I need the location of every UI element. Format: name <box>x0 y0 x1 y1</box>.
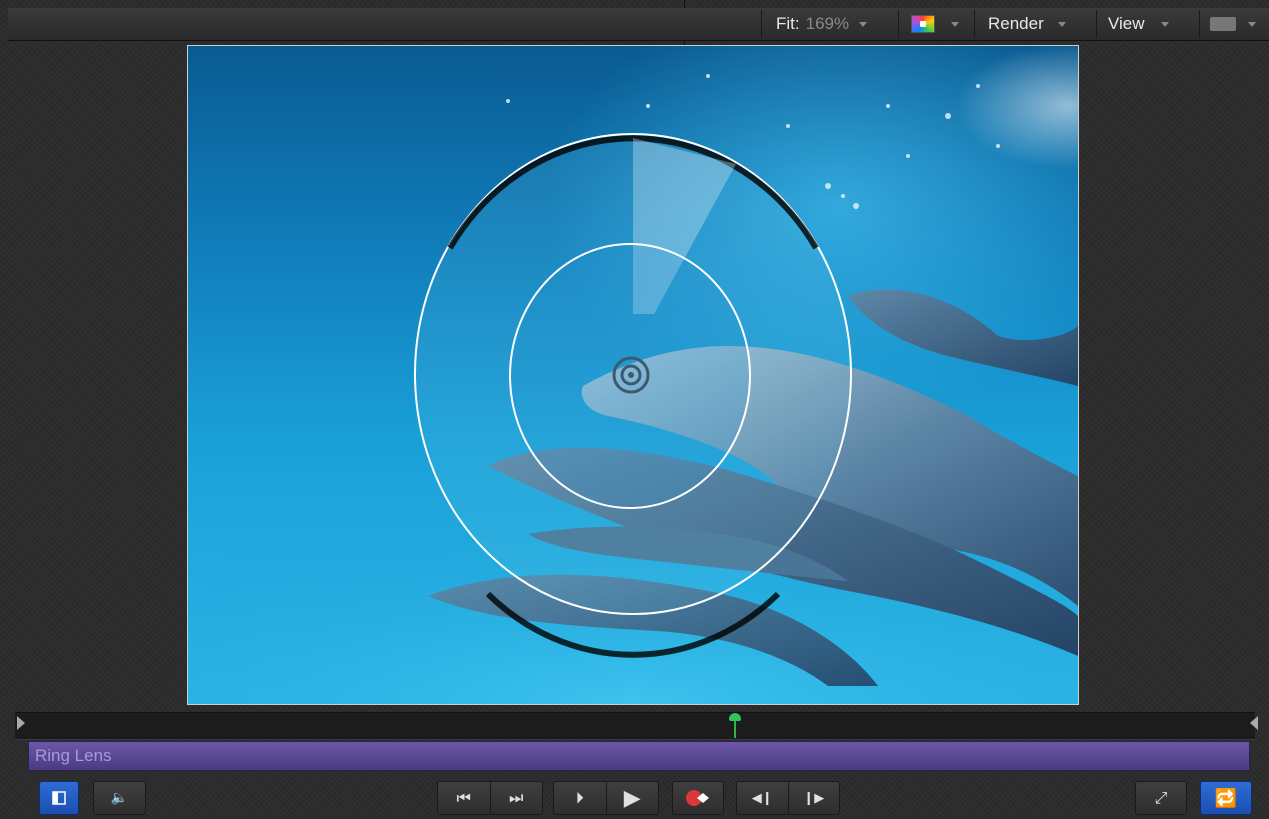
clip-bar[interactable]: Ring Lens <box>28 741 1250 771</box>
fit-label: Fit: <box>776 14 800 33</box>
panel-toggle-icon <box>52 791 66 805</box>
mute-audio-button[interactable]: 🔈 <box>93 781 146 815</box>
channels-menu[interactable] <box>911 8 959 40</box>
chevron-down-icon <box>1248 21 1256 27</box>
toolbar-separator <box>761 10 762 38</box>
fit-zoom-menu[interactable]: Fit: 169% <box>776 8 868 40</box>
record-icon <box>686 790 709 806</box>
play-button[interactable]: ▶ <box>605 782 659 814</box>
out-point-marker-icon[interactable] <box>1250 716 1258 730</box>
clip-label: Ring Lens <box>35 746 112 765</box>
mini-timeline-ruler[interactable] <box>15 712 1255 740</box>
previous-frame-icon: ◀❙ <box>751 790 773 806</box>
fullscreen-icon: ⤢ <box>1154 788 1168 807</box>
playhead-handle-icon[interactable] <box>729 713 741 721</box>
toolbar-separator <box>1199 10 1200 38</box>
fullscreen-button[interactable]: ⤢ <box>1135 781 1187 815</box>
dolphin-shape <box>848 289 1078 386</box>
loop-icon: 🔁 <box>1214 787 1238 809</box>
chevron-down-icon <box>859 21 868 27</box>
toolbar-separator <box>974 10 975 38</box>
chevron-down-icon <box>951 21 959 27</box>
toolbar-separator <box>898 10 899 38</box>
toolbar-separator <box>1096 10 1097 38</box>
go-to-start-end-group: ⏮ ⏭ <box>437 781 543 815</box>
play-from-start-icon: ⏵ <box>575 788 584 807</box>
viewer-toolbar: Fit: 169% Render View <box>8 8 1269 41</box>
render-label: Render <box>988 14 1044 33</box>
loop-playback-button[interactable]: 🔁 <box>1200 781 1252 815</box>
go-to-end-button[interactable]: ⏭ <box>489 782 543 814</box>
next-frame-button[interactable]: ❙▶ <box>787 782 840 814</box>
play-group: ⏵ ▶ <box>553 781 659 815</box>
play-icon: ▶ <box>623 785 641 811</box>
view-layout-menu[interactable] <box>1210 8 1256 40</box>
chevron-down-icon <box>1057 21 1066 27</box>
canvas-image <box>188 74 1078 704</box>
render-menu[interactable]: Render <box>988 8 1066 40</box>
in-point-marker-icon[interactable] <box>17 716 25 730</box>
previous-frame-button[interactable]: ◀❙ <box>737 782 788 814</box>
play-from-start-button[interactable]: ⏵ <box>554 782 606 814</box>
view-layout-icon <box>1210 17 1236 31</box>
canvas-viewer[interactable] <box>187 45 1079 705</box>
view-label: View <box>1108 14 1145 33</box>
record-button[interactable] <box>672 781 724 815</box>
speaker-icon: 🔈 <box>110 790 129 806</box>
frame-step-group: ◀❙ ❙▶ <box>736 781 840 815</box>
go-to-end-icon: ⏭ <box>509 788 524 807</box>
go-to-start-button[interactable]: ⏮ <box>438 782 490 814</box>
fit-value: 169% <box>805 14 850 33</box>
next-frame-icon: ❙▶ <box>803 790 825 806</box>
chevron-down-icon <box>1160 21 1169 27</box>
go-to-start-icon: ⏮ <box>456 788 471 807</box>
color-channels-icon <box>911 15 935 33</box>
toggle-timing-pane-button[interactable] <box>39 781 79 815</box>
view-menu[interactable]: View <box>1108 8 1169 40</box>
